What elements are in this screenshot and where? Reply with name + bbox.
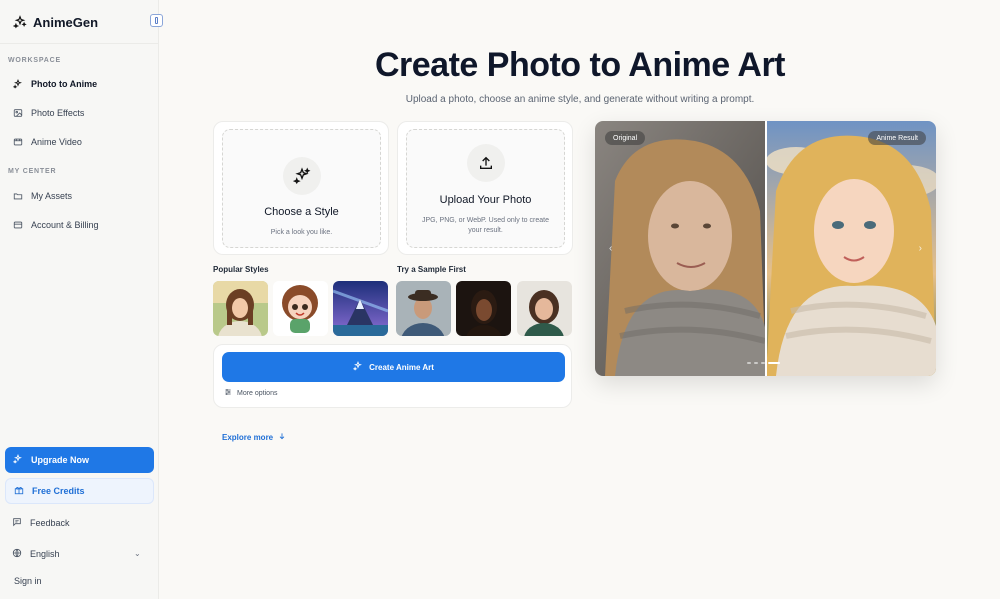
sliders-icon (224, 388, 232, 398)
brand[interactable]: AnimeGen (12, 12, 98, 32)
more-options-toggle[interactable]: More options (224, 388, 277, 398)
sign-in-link[interactable]: Sign in (14, 576, 42, 586)
original-badge: Original (605, 131, 646, 145)
arrow-down-icon (278, 432, 286, 442)
sidebar-item-label: Account & Billing (31, 220, 99, 230)
sidebar-item-label: Photo Effects (31, 108, 85, 118)
choose-style-dropzone[interactable]: Choose a Style Pick a look you like. (222, 129, 381, 248)
carousel-dots (747, 362, 780, 364)
free-credits-label: Free Credits (32, 486, 85, 496)
panel-icon (155, 17, 158, 24)
sample-thumbnail-man-hat[interactable] (396, 281, 451, 336)
create-button-label: Create Anime Art (369, 362, 434, 372)
language-label: English (30, 549, 60, 559)
sidebar-item-account-billing[interactable]: Account & Billing (6, 212, 154, 238)
brand-name: AnimeGen (33, 14, 99, 30)
upload-icon (467, 144, 505, 182)
carousel-dot-active[interactable] (768, 362, 780, 364)
section-label-my-center: MY CENTER (8, 168, 57, 175)
feedback-label: Feedback (30, 518, 70, 528)
globe-icon (12, 548, 22, 560)
sparkle-icon (352, 360, 363, 373)
explore-more-link[interactable]: Explore more (222, 432, 286, 442)
before-after-preview[interactable]: Original Anime Result ‹ › (595, 121, 936, 376)
choose-style-title: Choose a Style (264, 206, 339, 218)
upgrade-now-button[interactable]: Upgrade Now (5, 447, 154, 473)
message-icon (12, 517, 22, 529)
anime-result-badge: Anime Result (868, 131, 926, 145)
sparkle-icon (13, 79, 23, 89)
explore-label: Explore more (222, 432, 274, 442)
anime-result-image (766, 121, 936, 376)
collapse-sidebar-button[interactable] (150, 14, 163, 27)
card-icon (13, 220, 23, 230)
sidebar-item-my-assets[interactable]: My Assets (6, 183, 154, 209)
upload-photo-card[interactable]: Upload Your Photo JPG, PNG, or WebP. Use… (397, 121, 573, 255)
page-title: Create Photo to Anime Art (374, 46, 786, 84)
style-thumbnail-fantasy[interactable] (333, 281, 388, 336)
sparkle-icon (283, 157, 321, 195)
choose-style-card[interactable]: Choose a Style Pick a look you like. (213, 121, 389, 255)
create-anime-art-button[interactable]: Create Anime Art (222, 352, 565, 382)
choose-style-subtitle: Pick a look you like. (270, 229, 333, 236)
style-thumbnail-chibi[interactable] (273, 281, 328, 336)
sidebar: AnimeGen WORKSPACE Photo to Anime Photo … (0, 0, 163, 599)
upload-subtitle: JPG, PNG, or WebP. Used only to create y… (422, 217, 549, 234)
sign-in-label: Sign in (14, 576, 42, 586)
folder-icon (13, 191, 23, 201)
carousel-dot[interactable] (761, 362, 765, 364)
chevron-right-icon[interactable]: › (919, 243, 922, 254)
upload-title: Upload Your Photo (439, 194, 532, 206)
upload-dropzone[interactable]: Upload Your Photo JPG, PNG, or WebP. Use… (406, 129, 565, 248)
language-selector[interactable]: English (12, 548, 60, 560)
sparkle-icon (12, 15, 27, 30)
sidebar-item-anime-video[interactable]: Anime Video (6, 129, 154, 155)
video-icon (13, 137, 23, 147)
sample-thumbnail-portrait-dark[interactable] (456, 281, 511, 336)
upgrade-label: Upgrade Now (31, 455, 90, 465)
original-photo (595, 121, 766, 376)
gift-icon (14, 485, 24, 497)
popular-styles-label: Popular Styles (213, 265, 269, 274)
chevron-down-icon[interactable]: ⌄ (134, 549, 141, 558)
carousel-dot[interactable] (754, 362, 758, 364)
sparkle-icon (12, 453, 23, 466)
compare-divider-handle[interactable] (765, 121, 767, 376)
sidebar-item-label: Photo to Anime (31, 79, 98, 89)
create-panel: Create Anime Art More options (213, 344, 572, 408)
sample-thumbnail-woman-curly[interactable] (517, 281, 572, 336)
more-options-label: More options (237, 389, 278, 397)
image-icon (13, 108, 23, 118)
chevron-left-icon[interactable]: ‹ (609, 243, 612, 254)
feedback-link[interactable]: Feedback (12, 517, 70, 529)
free-credits-button[interactable]: Free Credits (5, 478, 154, 504)
sidebar-item-label: My Assets (31, 191, 73, 201)
sidebar-item-photo-effects[interactable]: Photo Effects (6, 100, 154, 126)
style-thumbnail-watercolor[interactable] (213, 281, 268, 336)
section-label-workspace: WORKSPACE (8, 57, 61, 64)
sidebar-item-label: Anime Video (31, 137, 82, 147)
page-subtitle: Upload a photo, choose an anime style, a… (405, 94, 755, 105)
sample-label: Try a Sample First (397, 265, 466, 274)
sidebar-divider (0, 43, 159, 44)
sidebar-item-photo-to-anime[interactable]: Photo to Anime (6, 71, 154, 97)
carousel-dot[interactable] (747, 362, 751, 364)
